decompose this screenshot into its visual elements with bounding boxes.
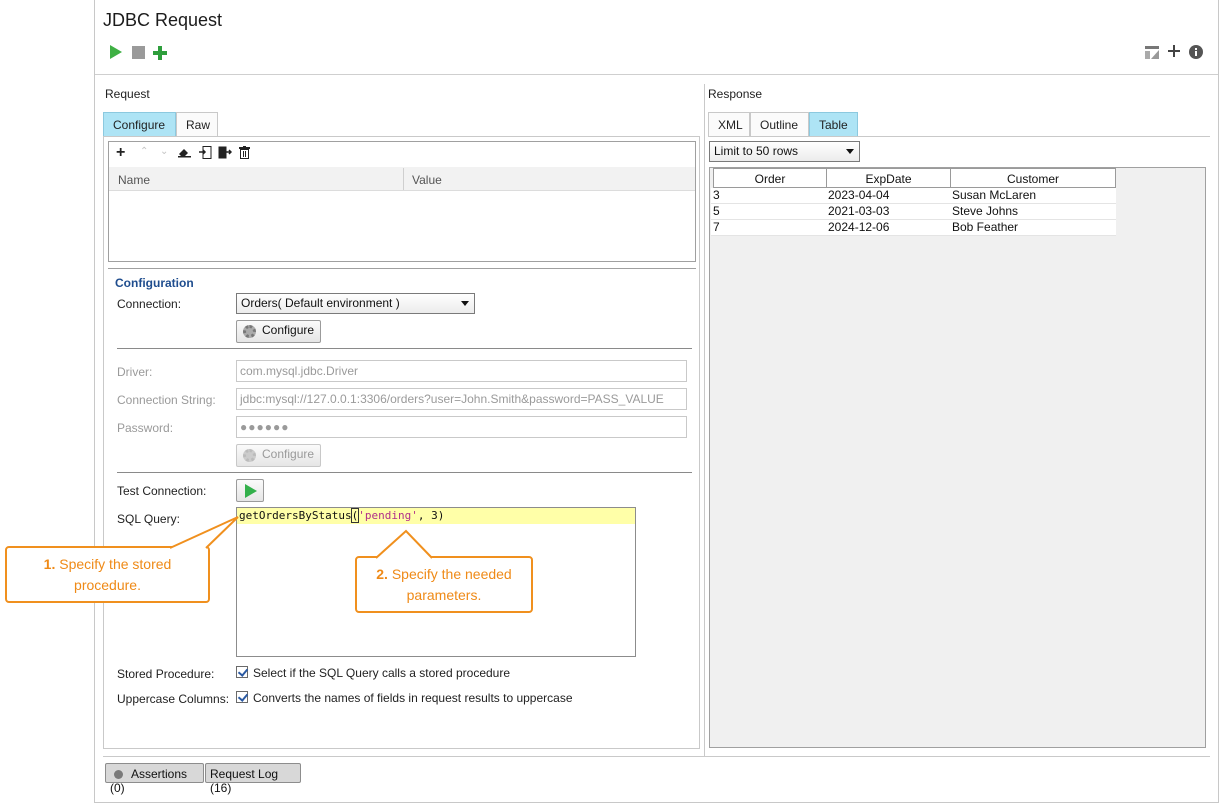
request-label: Request xyxy=(105,87,150,101)
callout-specify-parameters: 2. Specify the needed parameters. xyxy=(355,556,533,613)
response-label: Response xyxy=(708,87,763,101)
table-header-expdate[interactable]: ExpDate xyxy=(826,168,951,188)
layout-icon[interactable] xyxy=(1145,46,1159,59)
limit-rows-select[interactable]: Limit to 50 rows xyxy=(709,141,860,162)
response-table-area xyxy=(709,167,1206,748)
window-title: JDBC Request xyxy=(103,10,223,30)
uppercase-columns-text: Converts the names of fields in request … xyxy=(253,691,573,705)
configure-button-disabled[interactable]: Configure xyxy=(236,444,321,467)
connection-string-label: Connection String: xyxy=(117,393,216,407)
table-cell[interactable]: 2021-03-03 xyxy=(826,204,951,220)
config-divider-2 xyxy=(117,472,692,473)
callout-one-text-a: Specify the stored xyxy=(59,556,172,572)
test-connection-button[interactable] xyxy=(236,479,264,502)
connection-string-field[interactable]: jdbc:mysql://127.0.0.1:3306/orders?user=… xyxy=(236,388,687,410)
properties-grid-header xyxy=(109,167,695,191)
panel-splitter[interactable] xyxy=(704,84,705,757)
plus-small-icon[interactable] xyxy=(1168,45,1180,57)
chevron-down-icon xyxy=(461,301,469,306)
import-icon[interactable] xyxy=(199,146,212,159)
sql-query-line: getOrdersByStatus('pending', 3) xyxy=(237,508,635,524)
callout-one-text-b: procedure. xyxy=(74,577,141,593)
stored-procedure-label: Stored Procedure: xyxy=(117,667,215,681)
response-tabbar-line xyxy=(708,136,1210,137)
table-cell[interactable]: 2024-12-06 xyxy=(826,220,951,236)
tab-configure[interactable]: Configure xyxy=(103,112,176,137)
table-header-order[interactable]: Order xyxy=(713,168,827,188)
table-cell[interactable]: 5 xyxy=(711,204,827,220)
callout-two-pointer xyxy=(375,529,433,559)
callout-two-text-b: parameters. xyxy=(406,587,482,603)
gear-icon xyxy=(243,449,256,462)
properties-box xyxy=(108,141,696,262)
uppercase-columns-label: Uppercase Columns: xyxy=(117,692,230,706)
table-cell[interactable]: 7 xyxy=(711,220,827,236)
config-divider-1 xyxy=(117,348,692,349)
callout-two-text-a: Specify the needed xyxy=(391,566,512,582)
trash-icon[interactable] xyxy=(239,146,250,159)
tab-outline[interactable]: Outline xyxy=(750,112,809,137)
export-icon[interactable] xyxy=(218,146,233,159)
eraser-icon[interactable] xyxy=(178,147,191,158)
stored-procedure-checkbox[interactable] xyxy=(236,666,248,678)
info-icon[interactable] xyxy=(1189,45,1203,59)
configure-button[interactable]: Configure xyxy=(236,320,321,343)
move-down-icon[interactable]: ⌄ xyxy=(160,146,168,157)
tab-table[interactable]: Table xyxy=(809,112,858,137)
bottom-separator xyxy=(103,756,1210,757)
table-header-customer[interactable]: Customer xyxy=(950,168,1116,188)
table-cell[interactable]: 2023-04-04 xyxy=(826,188,951,204)
uppercase-columns-checkbox[interactable] xyxy=(236,691,248,703)
limit-rows-value: Limit to 50 rows xyxy=(714,144,799,158)
table-cell[interactable]: Bob Feather xyxy=(950,220,1116,236)
move-up-icon[interactable]: ⌃ xyxy=(140,146,148,157)
grid-column-value: Value xyxy=(412,173,442,187)
play-icon xyxy=(245,484,257,498)
connection-select[interactable]: Orders( Default environment ) xyxy=(236,293,475,314)
connection-label: Connection: xyxy=(117,297,182,311)
sql-params-rest: , 3) xyxy=(417,509,445,522)
add-property-icon[interactable]: + xyxy=(116,144,125,162)
callout-one-number: 1. xyxy=(43,556,56,572)
sql-param-string: 'pending' xyxy=(358,509,418,522)
callout-specify-procedure: 1. Specify the stored procedure. xyxy=(5,546,210,603)
password-label: Password: xyxy=(117,421,174,435)
run-icon[interactable] xyxy=(110,45,122,59)
sql-proc-name: getOrdersByStatus xyxy=(239,509,352,522)
config-divider-top xyxy=(108,268,696,269)
tab-xml[interactable]: XML xyxy=(708,112,750,137)
tab-raw[interactable]: Raw xyxy=(176,112,218,137)
configuration-title: Configuration xyxy=(115,276,194,290)
callout-two-number: 2. xyxy=(376,566,388,582)
driver-field[interactable]: com.mysql.jdbc.Driver xyxy=(236,360,687,382)
grid-column-name: Name xyxy=(118,173,151,187)
stored-procedure-text: Select if the SQL Query calls a stored p… xyxy=(253,666,511,680)
gear-icon xyxy=(243,325,256,338)
status-dot-icon xyxy=(114,770,123,779)
configure-button-disabled-label: Configure xyxy=(262,447,315,461)
driver-label: Driver: xyxy=(117,365,153,379)
assertions-tab[interactable]: Assertions (0) xyxy=(105,763,204,795)
table-cell[interactable]: Susan McLaren xyxy=(950,188,1116,204)
chevron-down-icon xyxy=(846,149,854,154)
grid-column-divider xyxy=(403,168,404,190)
add-icon[interactable] xyxy=(153,46,167,60)
configure-button-label: Configure xyxy=(262,323,315,337)
request-log-tab[interactable]: Request Log (16) xyxy=(205,763,301,795)
connection-select-value: Orders( Default environment ) xyxy=(241,296,400,310)
test-connection-label: Test Connection: xyxy=(117,484,207,498)
header-separator xyxy=(95,74,1218,75)
password-field[interactable]: ●●●●●● xyxy=(236,416,687,438)
stop-icon[interactable] xyxy=(132,46,145,59)
table-cell[interactable]: 3 xyxy=(711,188,827,204)
table-cell[interactable]: Steve Johns xyxy=(950,204,1116,220)
callout-one-pointer xyxy=(169,516,239,549)
